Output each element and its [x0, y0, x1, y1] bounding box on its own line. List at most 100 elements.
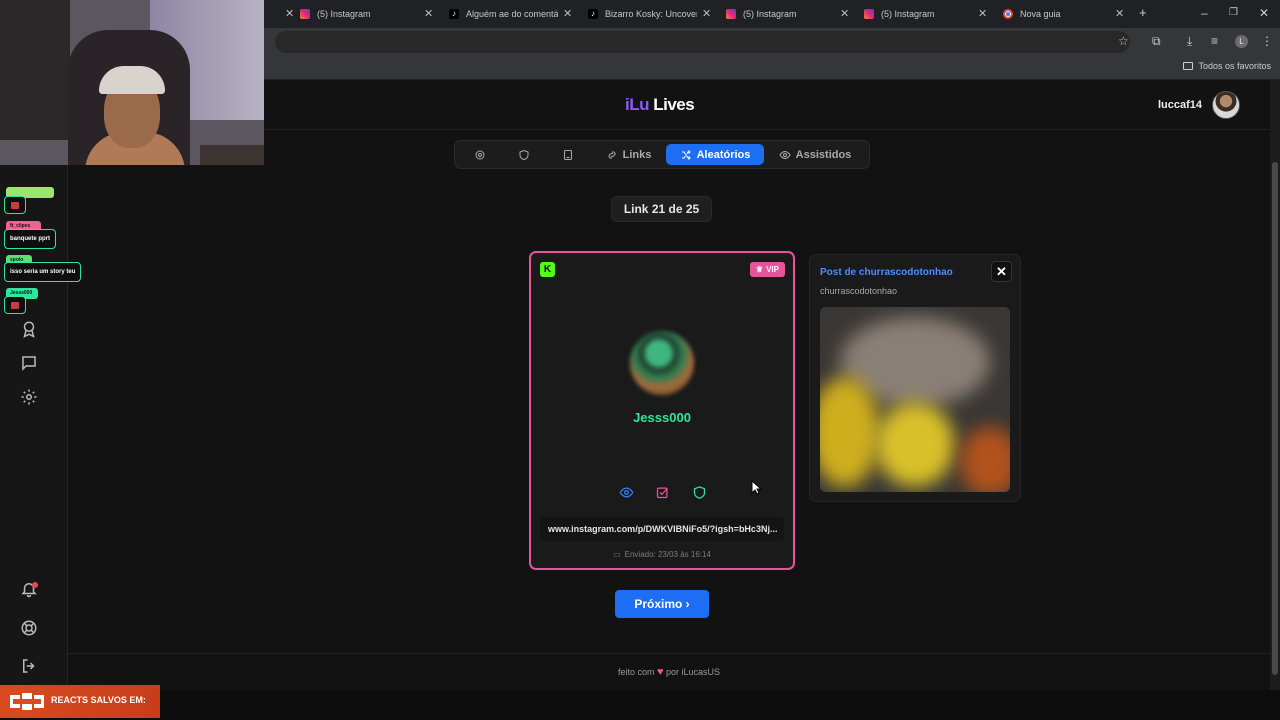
browser-tab[interactable]: Nova guia	[1003, 0, 1129, 28]
browser-tab[interactable]: ♪ Bizarro Kosky: Uncovering	[588, 0, 714, 28]
post-preview: Post de churrascodotonhao churrascodoton…	[809, 254, 1021, 502]
chat-icon[interactable]	[20, 354, 38, 372]
new-tab-button[interactable]: +	[1139, 5, 1147, 20]
preview-image[interactable]	[820, 307, 1010, 492]
close-button[interactable]: ✕	[991, 261, 1012, 282]
menu-icon[interactable]: ⋮	[1261, 34, 1273, 48]
sender-avatar	[630, 331, 694, 395]
tablet-icon	[564, 149, 572, 160]
webcam-bg	[0, 0, 70, 140]
crown-icon: ♕	[755, 265, 764, 274]
browser-tab[interactable]: (5) Instagram	[300, 0, 434, 28]
chat-emote	[4, 196, 26, 214]
tab-links[interactable]: Links	[601, 144, 656, 165]
close-window-icon[interactable]: ✕	[1259, 6, 1269, 20]
link-icon	[608, 150, 616, 159]
preview-title[interactable]: Post de churrascodotonhao	[820, 267, 953, 278]
tab-title: (5) Instagram	[317, 9, 371, 19]
link-card: K ♕ VIP Jesss000 www.instagram.com/p/DWK…	[529, 251, 795, 570]
webcam-bg	[200, 145, 264, 165]
close-tab-icon[interactable]: ✕	[840, 7, 849, 20]
vip-label: VIP	[766, 265, 779, 274]
close-tab-icon[interactable]: ✕	[424, 7, 433, 20]
extensions-icon[interactable]: ⧉	[1152, 34, 1161, 49]
blur-region	[960, 427, 1010, 492]
tab-title: Alguém ae do comentário	[466, 9, 558, 19]
mouse-cursor-icon	[751, 480, 761, 495]
shield-icon	[519, 149, 529, 160]
tab-aleatorios[interactable]: Aleatórios	[666, 144, 764, 165]
tab-shield[interactable]	[513, 144, 535, 165]
shuffle-icon	[681, 149, 691, 160]
tab-assistidos[interactable]: Assistidos	[774, 144, 856, 165]
footer-credit: por iLucasUS	[666, 667, 721, 677]
user-menu[interactable]: luccaf14	[1158, 91, 1240, 119]
heart-icon: ♥	[656, 666, 664, 678]
instagram-icon	[300, 9, 310, 19]
close-tab-icon[interactable]: ✕	[285, 7, 294, 20]
shield-icon[interactable]	[692, 485, 707, 500]
logo-part2: Lives	[653, 95, 695, 114]
close-tab-icon[interactable]: ✕	[702, 7, 711, 20]
profile-avatar[interactable]: L	[1235, 35, 1248, 48]
tab-title: Nova guia	[1020, 9, 1061, 19]
reacts-text: REACTS SALVOS EM:	[51, 695, 146, 705]
folder-icon	[1183, 62, 1194, 70]
minimize-icon[interactable]: –	[1201, 6, 1208, 20]
scroll-thumb[interactable]	[1272, 162, 1278, 675]
award-icon[interactable]	[20, 320, 38, 338]
page-footer: feito com ♥ por iLucasUS	[68, 653, 1270, 690]
close-tab-icon[interactable]: ✕	[1115, 7, 1124, 20]
tab-tablet[interactable]	[557, 144, 579, 165]
next-button[interactable]: Próximo ›	[615, 590, 709, 618]
chat-message: isso seria um story teu	[4, 262, 82, 282]
gear-icon	[475, 150, 485, 159]
link-counter: Link 21 de 25	[611, 196, 712, 222]
vip-badge: ♕ VIP	[749, 262, 785, 277]
sent-info: ▭ Enviado: 23/03 às 16:14	[531, 550, 793, 559]
username: luccaf14	[1157, 99, 1202, 111]
webcam-person	[99, 66, 165, 94]
close-tab-icon[interactable]: ✕	[563, 7, 572, 20]
download-icon[interactable]: ⤓	[1187, 34, 1192, 49]
restore-icon[interactable]: ❐	[1229, 7, 1238, 18]
check-square-icon[interactable]	[655, 485, 670, 500]
tab-title: (5) Instagram	[743, 9, 797, 19]
bottom-strip	[0, 690, 1280, 720]
chrome-icon	[1003, 9, 1013, 19]
notification-dot	[32, 582, 38, 588]
address-bar[interactable]	[275, 31, 1130, 53]
help-icon[interactable]	[20, 619, 38, 637]
browser-tab[interactable]: (5) Instagram	[864, 0, 990, 28]
settings-icon[interactable]	[20, 388, 38, 406]
reacts-logo-icon	[10, 693, 44, 710]
browser-tab[interactable]: ♪ Alguém ae do comentário	[449, 0, 575, 28]
close-tab-icon[interactable]: ✕	[978, 7, 987, 20]
bookmarks-folder-label: Todos os favoritos	[1198, 61, 1271, 71]
sent-date: Enviado: 23/03 às 16:14	[624, 550, 711, 559]
user-avatar[interactable]	[1212, 91, 1240, 119]
chat-emote	[4, 296, 26, 314]
tiktok-icon: ♪	[588, 9, 598, 19]
scrollbar[interactable]	[1270, 80, 1280, 690]
tiktok-icon: ♪	[449, 9, 459, 19]
star-icon[interactable]: ☆	[1118, 34, 1129, 48]
link-url[interactable]: www.instagram.com/p/DWKVIBNiFo5/?igsh=bH…	[540, 517, 784, 541]
logout-icon[interactable]	[20, 657, 38, 675]
reacts-banner: REACTS SALVOS EM:	[0, 685, 160, 718]
kick-icon: K	[540, 262, 555, 277]
browser-tab[interactable]: (5) Instagram	[726, 0, 852, 28]
tab-title: (5) Instagram	[881, 9, 935, 19]
tab-settings[interactable]	[469, 144, 491, 165]
eye-icon[interactable]	[619, 485, 634, 500]
sender-name: Jesss000	[633, 410, 691, 425]
blur-region	[875, 402, 955, 487]
bookmarks-folder[interactable]: Todos os favoritos	[1183, 61, 1271, 71]
footer-prefix: feito com	[617, 667, 655, 677]
tab-label: Assistidos	[795, 148, 852, 161]
site-logo[interactable]: iLu Lives	[625, 95, 695, 115]
webcam-overlay	[0, 0, 264, 165]
instagram-icon	[864, 9, 874, 19]
media-icon[interactable]: ≡	[1211, 34, 1218, 48]
tab-label: Links	[622, 148, 652, 161]
